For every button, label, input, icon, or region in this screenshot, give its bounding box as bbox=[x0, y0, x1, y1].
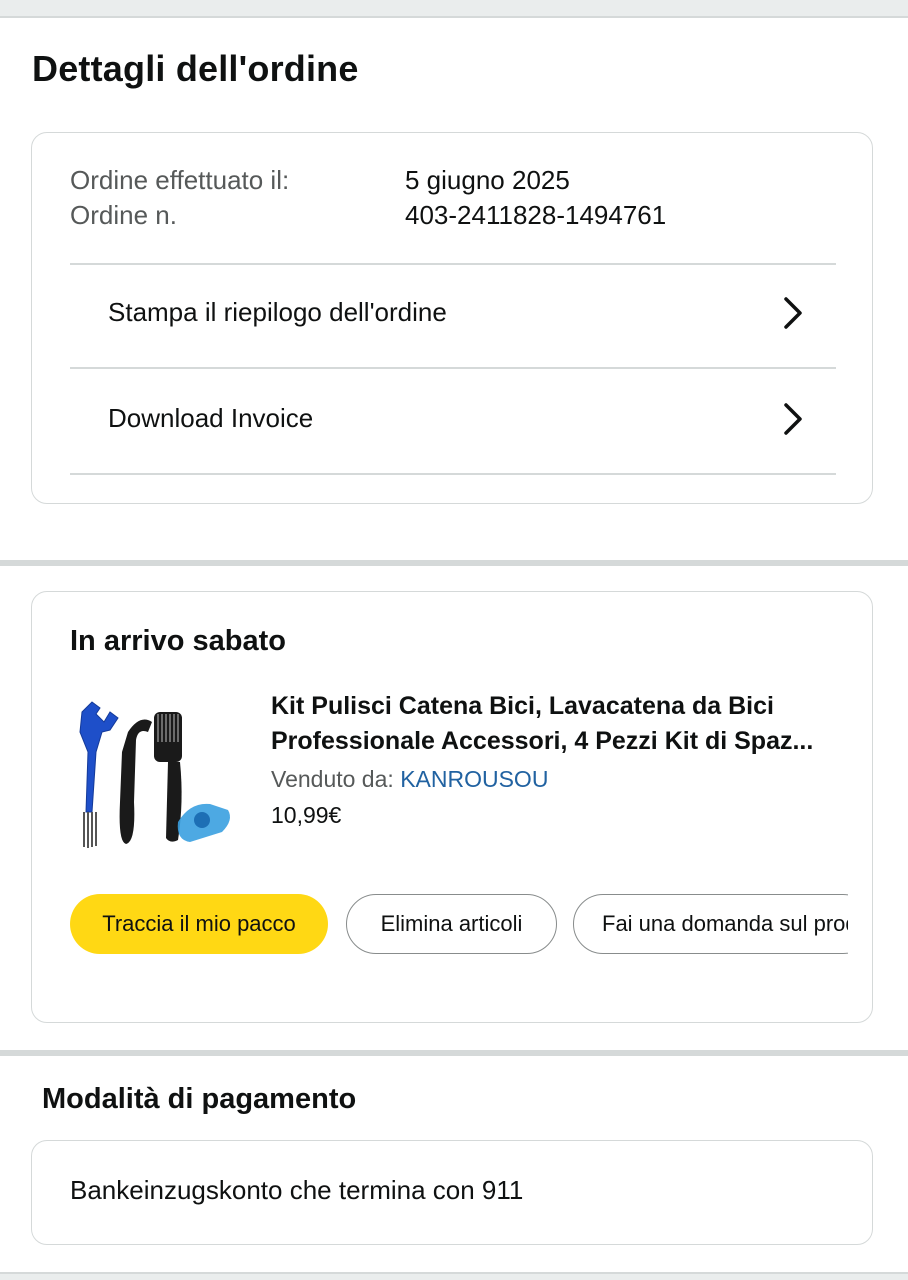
chevron-right-icon bbox=[784, 297, 802, 329]
top-divider bbox=[0, 0, 908, 18]
product-title[interactable]: Kit Pulisci Catena Bici, Lavacatena da B… bbox=[271, 689, 851, 759]
print-order-summary-link[interactable]: Stampa il riepilogo dell'ordine bbox=[32, 265, 836, 369]
payment-heading: Modalità di pagamento bbox=[42, 1083, 357, 1115]
delete-items-button[interactable]: Elimina articoli bbox=[346, 894, 557, 954]
page-title: Dettagli dell'ordine bbox=[32, 48, 359, 89]
download-invoice-label: Download Invoice bbox=[108, 403, 314, 433]
product-image[interactable] bbox=[70, 692, 240, 852]
order-date-label: Ordine effettuato il: bbox=[70, 165, 290, 195]
print-order-summary-label: Stampa il riepilogo dell'ordine bbox=[108, 297, 447, 327]
delivery-heading: In arrivo sabato bbox=[70, 625, 286, 657]
chevron-right-icon bbox=[784, 403, 802, 435]
ask-question-button[interactable]: Fai una domanda sul prodotto bbox=[573, 894, 848, 954]
product-price: 10,99€ bbox=[271, 802, 342, 828]
payment-method-card: Bankeinzugskonto che termina con 911 bbox=[31, 1140, 873, 1245]
shipment-card: In arrivo sabato Kit Pulisci Catena Bici… bbox=[31, 591, 873, 1023]
section-separator bbox=[0, 560, 908, 566]
bottom-divider bbox=[0, 1272, 908, 1280]
order-number-value: 403-2411828-1494761 bbox=[405, 200, 667, 230]
seller-link[interactable]: KANROUSOU bbox=[400, 766, 548, 792]
divider bbox=[70, 367, 836, 369]
divider bbox=[70, 473, 836, 475]
order-number-label: Ordine n. bbox=[70, 200, 177, 230]
sold-by-label: Venduto da: bbox=[271, 766, 401, 792]
section-separator bbox=[0, 1050, 908, 1056]
sold-by: Venduto da: KANROUSOU bbox=[271, 766, 548, 793]
shipment-actions: Traccia il mio pacco Elimina articoli Fa… bbox=[70, 894, 848, 956]
order-summary-card: Ordine effettuato il: 5 giugno 2025 Ordi… bbox=[31, 132, 873, 504]
track-package-button[interactable]: Traccia il mio pacco bbox=[70, 894, 328, 954]
order-date-value: 5 giugno 2025 bbox=[405, 165, 570, 195]
payment-method-text: Bankeinzugskonto che termina con 911 bbox=[70, 1175, 524, 1205]
download-invoice-link[interactable]: Download Invoice bbox=[32, 371, 836, 475]
